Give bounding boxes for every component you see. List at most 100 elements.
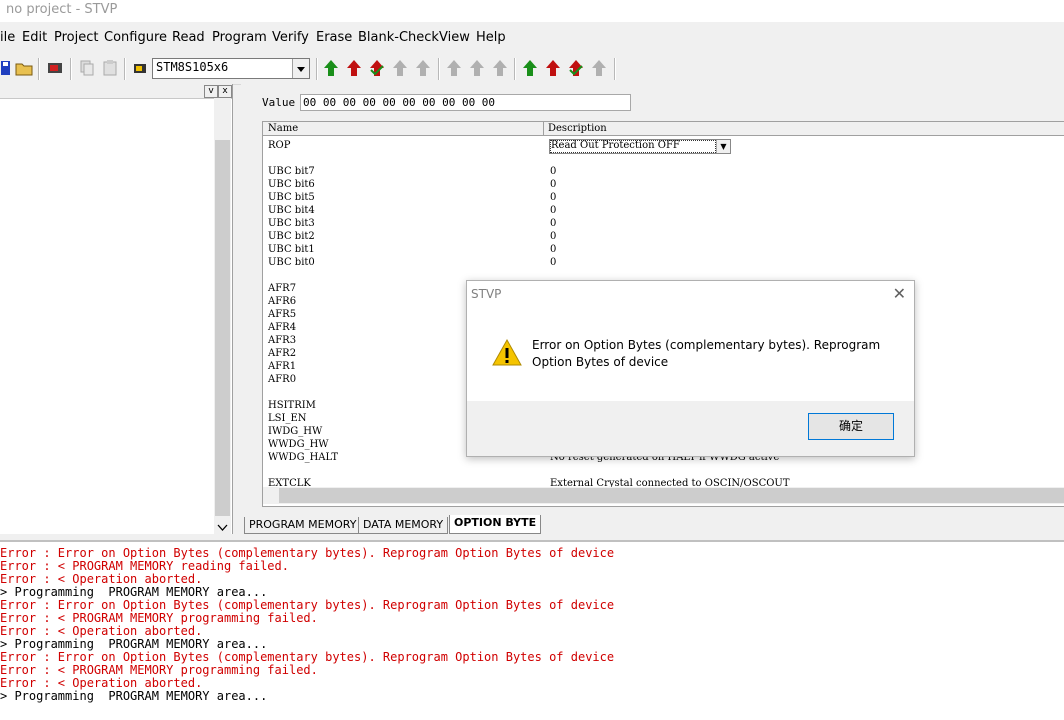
column-header-description[interactable]: Description	[548, 123, 607, 134]
grid-cell-name[interactable]: UBC bit3	[268, 218, 315, 229]
toolbar-separator	[124, 58, 126, 80]
scrollbar-thumb[interactable]	[215, 140, 230, 516]
rop-select-value: Read Out Protection OFF	[551, 140, 680, 151]
read-all-icon[interactable]	[321, 58, 341, 78]
grid-cell-description[interactable]: 0	[550, 257, 556, 268]
verify-current-icon[interactable]	[490, 58, 510, 78]
grid-cell-name[interactable]: HSITRIM	[268, 400, 316, 411]
grid-cell-name[interactable]: AFR4	[268, 322, 296, 333]
value-label: Value	[262, 96, 296, 109]
grid-cell-name[interactable]: WWDG_HALT	[268, 452, 338, 463]
pane-close-button[interactable]: x	[218, 85, 232, 98]
grid-cell-name[interactable]: AFR2	[268, 348, 296, 359]
blank-check-icon[interactable]	[413, 58, 433, 78]
program-tab-icon[interactable]	[543, 58, 563, 78]
menu-item-verify[interactable]: Verify	[272, 30, 309, 45]
menu-item-blank-check[interactable]: Blank-Check	[358, 30, 439, 45]
menu-bar: ile Edit Project Configure Read Program Verify…	[0, 26, 1064, 50]
toolbar-separator	[514, 58, 516, 80]
grid-cell-name[interactable]: AFR3	[268, 335, 296, 346]
copy-icon[interactable]	[77, 58, 97, 78]
program-current-icon[interactable]	[467, 58, 487, 78]
paste-icon[interactable]	[100, 58, 120, 78]
tab-option-byte[interactable]: OPTION BYTE	[449, 515, 542, 534]
menu-item-configure[interactable]: Configure	[104, 30, 167, 45]
window-title: no project - STVP	[6, 2, 118, 17]
toolbar-separator	[38, 58, 40, 80]
scrollbar-thumb[interactable]	[279, 488, 1064, 503]
grid-cell-name[interactable]: AFR1	[268, 361, 296, 372]
menu-item-read[interactable]: Read	[172, 30, 205, 45]
menu-item-project[interactable]: Project	[54, 30, 98, 45]
grid-cell-description[interactable]: 0	[550, 205, 556, 216]
status-pane-header: v x	[0, 84, 232, 99]
value-field[interactable]: 00 00 00 00 00 00 00 00 00 00	[300, 94, 631, 111]
grid-cell-name[interactable]: AFR7	[268, 283, 296, 294]
grid-header: Name Description	[263, 122, 1064, 136]
ok-button[interactable]: 确定	[808, 413, 894, 440]
erase-icon[interactable]	[390, 58, 410, 78]
grid-cell-description[interactable]: 0	[550, 231, 556, 242]
memory-tabs: PROGRAM MEMORY DATA MEMORY OPTION BYTE	[244, 515, 1064, 535]
log-line: > Programming PROGRAM MEMORY area...	[0, 689, 268, 703]
grid-cell-description[interactable]: 0	[550, 179, 556, 190]
grid-cell-description[interactable]: 0	[550, 192, 556, 203]
menu-item-ile[interactable]: ile	[0, 30, 15, 45]
error-dialog: STVP ✕ Error on Option Bytes (complement…	[466, 280, 915, 457]
program-all-icon[interactable]	[344, 58, 364, 78]
grid-cell-name[interactable]: UBC bit0	[268, 257, 315, 268]
grid-cell-name[interactable]: LSI_EN	[268, 413, 307, 424]
grid-cell-name[interactable]: WWDG_HW	[268, 439, 329, 450]
chip-connect-icon[interactable]	[45, 58, 65, 78]
grid-cell-name[interactable]: UBC bit4	[268, 205, 315, 216]
toolbar: STM8S105x6	[0, 54, 1064, 85]
menu-item-help[interactable]: Help	[476, 30, 506, 45]
grid-cell-name[interactable]: UBC bit7	[268, 166, 315, 177]
tab-data-memory[interactable]: DATA MEMORY	[358, 517, 449, 534]
grid-cell-name[interactable]: UBC bit6	[268, 179, 315, 190]
device-select-value: STM8S105x6	[156, 60, 229, 74]
warning-icon	[491, 338, 523, 368]
status-pane-scrollbar[interactable]	[214, 98, 231, 534]
grid-horizontal-scrollbar[interactable]	[263, 487, 1064, 504]
grid-cell-name[interactable]: UBC bit2	[268, 231, 315, 242]
rop-select[interactable]: Read Out Protection OFF ▼	[549, 139, 731, 154]
erase-tab-icon[interactable]	[589, 58, 609, 78]
verify-tab-icon[interactable]	[566, 58, 586, 78]
chevron-down-icon[interactable]	[217, 524, 228, 532]
dialog-message: Error on Option Bytes (complementary byt…	[532, 338, 881, 369]
read-current-icon[interactable]	[444, 58, 464, 78]
grid-cell-name[interactable]: UBC bit5	[268, 192, 315, 203]
chevron-down-icon[interactable]: ▼	[716, 140, 730, 153]
column-header-name[interactable]: Name	[268, 123, 298, 134]
grid-cell-name[interactable]: AFR6	[268, 296, 296, 307]
grid-cell-description[interactable]: 0	[550, 218, 556, 229]
pane-menu-button[interactable]: v	[204, 85, 218, 98]
toolbar-separator	[316, 58, 318, 80]
dialog-title: STVP	[471, 287, 502, 301]
grid-cell-description[interactable]: 0	[550, 166, 556, 177]
read-tab-icon[interactable]	[520, 58, 540, 78]
rop-name: ROP	[268, 140, 291, 151]
tab-program-memory[interactable]: PROGRAM MEMORY	[244, 517, 362, 534]
toolbar-separator	[614, 58, 616, 80]
grid-cell-name[interactable]: AFR5	[268, 309, 296, 320]
toolbar-separator	[70, 58, 72, 80]
grid-cell-name[interactable]: UBC bit1	[268, 244, 315, 255]
grid-cell-name[interactable]: AFR0	[268, 374, 296, 385]
grid-cell-name[interactable]: IWDG_HW	[268, 426, 322, 437]
menu-item-erase[interactable]: Erase	[316, 30, 352, 45]
column-divider[interactable]	[543, 122, 544, 135]
close-icon[interactable]: ✕	[893, 284, 906, 303]
chevron-down-icon[interactable]	[292, 59, 309, 78]
menu-item-edit[interactable]: Edit	[22, 30, 47, 45]
grid-cell-description[interactable]: 0	[550, 244, 556, 255]
open-folder-icon[interactable]	[14, 58, 34, 78]
output-log: Error : Error on Option Bytes (complemen…	[0, 540, 1064, 720]
menu-item-program[interactable]: Program	[212, 30, 267, 45]
menu-item-view[interactable]: View	[439, 30, 470, 45]
device-select[interactable]: STM8S105x6	[152, 58, 310, 79]
toolbar-separator	[438, 58, 440, 80]
verify-all-icon[interactable]	[367, 58, 387, 78]
status-pane: v x ONFIGURATION:rdware: ST-LINKogrammin…	[0, 84, 233, 534]
